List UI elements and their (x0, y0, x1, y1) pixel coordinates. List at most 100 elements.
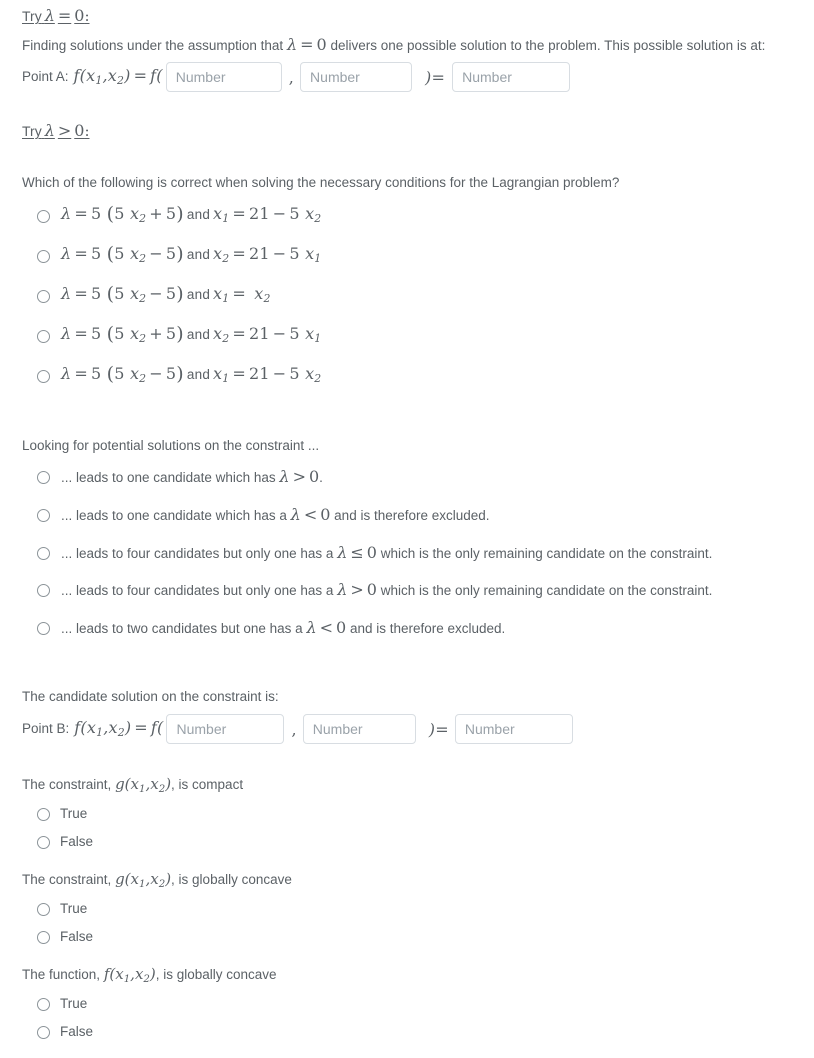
tf-constraint-concave-prompt: The constraint, g(x1,x2), is globally co… (22, 870, 292, 894)
cand-3-post: which is the only remaining candidate on… (380, 546, 713, 561)
cand-1-math: λ >0 (279, 467, 320, 486)
cand-2-post: and is therefore excluded. (334, 508, 490, 523)
tf-constraint-compact-true-row[interactable]: True (37, 803, 87, 825)
cand-1-post: . (319, 470, 323, 485)
tf-constraint-concave-false-label: False (60, 929, 94, 944)
point-b-x2-input[interactable] (302, 714, 416, 744)
cand-2-math: λ <0 (290, 505, 331, 524)
option-label-cand-1: ... leads to one candidate which has λ >0… (61, 468, 323, 487)
option-label-opt-d: λ = 5 (5 x2 +5) and x2 = 21−5 x1 (61, 323, 322, 346)
candidate-solution-prompt: The candidate solution on the constraint… (22, 689, 279, 704)
radio-opt-e[interactable] (37, 370, 50, 384)
point-a-close-equals: )= (425, 67, 446, 87)
option-label-cand-2: ... leads to one candidate which has a λ… (61, 506, 490, 525)
option-label-opt-c: λ = 5 (5 x2−5) and x1 = x2 (61, 283, 271, 306)
section-heading-lambda-positive: Try λ >0: (22, 121, 90, 140)
cand-4-pre: ... leads to four candidates but only on… (61, 583, 334, 598)
section-heading-prefix: Try (22, 8, 42, 24)
point-a-value-input[interactable] (452, 62, 571, 92)
option-row-opt-d[interactable]: λ = 5 (5 x2 +5) and x2 = 21−5 x1 (37, 324, 321, 349)
option-row-opt-b[interactable]: λ = 5 (5 x2−5) and x2 = 21−5 x1 (37, 244, 321, 269)
cand-3-math: λ ≤0 (337, 543, 377, 562)
point-a-x1-input[interactable] (165, 62, 282, 92)
point-a-label: Point A: (22, 69, 69, 84)
point-b-close-equals: )= (428, 719, 449, 739)
tf-1-post: , is compact (171, 777, 244, 792)
radio-opt-c[interactable] (37, 290, 50, 304)
option-label-cand-4: ... leads to four candidates but only on… (61, 581, 712, 600)
radio-cand-4[interactable] (37, 584, 50, 597)
point-b-value-input[interactable] (454, 714, 573, 744)
tf-constraint-concave-true-label: True (60, 901, 88, 916)
option-label-cand-3: ... leads to four candidates but only on… (61, 544, 712, 563)
radio-cand-1[interactable] (37, 471, 50, 484)
tf-constraint-compact-false-row[interactable]: False (37, 831, 93, 853)
tf-1-math: g(x1,x2) (115, 775, 172, 795)
point-a-comma: , (288, 67, 295, 87)
radio-cand-3[interactable] (37, 547, 50, 560)
section-heading-lambda-zero: Try λ = 0: (22, 6, 90, 25)
lambda-zero-paragraph-math: λ = 0 (286, 35, 327, 54)
cand-5-post: and is therefore excluded. (349, 621, 506, 636)
tf-1-pre: The constraint, (22, 777, 112, 792)
option-row-opt-c[interactable]: λ = 5 (5 x2−5) and x1 = x2 (37, 284, 271, 309)
option-label-opt-e: λ = 5 (5 x2−5) and x1 = 21−5 x2 (61, 363, 322, 386)
option-row-cand-2[interactable]: ... leads to one candidate which has a λ… (37, 506, 490, 525)
radio-tf-constraint-compact-true[interactable] (37, 807, 50, 821)
tf-function-concave-true-label: True (60, 996, 88, 1011)
point-b-comma: , (291, 719, 297, 739)
option-row-cand-5[interactable]: ... leads to two candidates but one has … (37, 619, 505, 638)
tf-2-pre: The constraint, (22, 872, 112, 887)
section-heading-positive-prefix: Try (22, 123, 42, 139)
tf-3-post: , is globally concave (155, 967, 277, 982)
lambda-zero-paragraph-pre: Finding solutions under the assumption t… (22, 38, 284, 53)
radio-opt-d[interactable] (37, 330, 50, 344)
cand-4-math: λ >0 (337, 580, 377, 599)
cand-2-pre: ... leads to one candidate which has a (61, 508, 287, 523)
point-b-x1-input[interactable] (166, 714, 285, 744)
lambda-zero-paragraph: Finding solutions under the assumption t… (22, 36, 797, 55)
section-heading-positive-math: λ >0: (44, 121, 90, 140)
tf-constraint-concave-true-row[interactable]: True (37, 898, 87, 920)
option-row-opt-e[interactable]: λ = 5 (5 x2−5) and x1 = 21−5 x2 (37, 364, 321, 389)
radio-opt-b[interactable] (37, 250, 50, 264)
option-row-opt-a[interactable]: λ = 5 (5 x2 +5) and x1 = 21−5 x2 (37, 204, 321, 229)
tf-function-concave-false-row[interactable]: False (37, 1021, 93, 1043)
radio-opt-a[interactable] (37, 210, 50, 224)
point-b-label: Point B: (22, 721, 70, 736)
point-a-row: Point A: f(x1,x2)=f( , )= (22, 62, 571, 92)
radio-tf-constraint-concave-false[interactable] (37, 930, 50, 944)
option-row-cand-3[interactable]: ... leads to four candidates but only on… (37, 544, 712, 563)
tf-constraint-compact-false-label: False (60, 834, 94, 849)
radio-cand-5[interactable] (37, 622, 50, 635)
radio-tf-function-concave-true[interactable] (37, 997, 50, 1011)
radio-tf-function-concave-false[interactable] (37, 1025, 50, 1039)
cand-5-math: λ <0 (306, 618, 347, 637)
cand-1-pre: ... leads to one candidate which has (61, 470, 276, 485)
cand-3-pre: ... leads to four candidates but only on… (61, 546, 334, 561)
option-label-opt-b: λ = 5 (5 x2−5) and x2 = 21−5 x1 (61, 243, 322, 266)
lagrangian-question: Which of the following is correct when s… (22, 175, 620, 190)
tf-function-concave-true-row[interactable]: True (37, 993, 87, 1015)
tf-2-post: , is globally concave (171, 872, 292, 887)
constraint-search-prompt: Looking for potential solutions on the c… (22, 438, 320, 453)
tf-2-math: g(x1,x2) (115, 870, 172, 890)
option-label-opt-a: λ = 5 (5 x2 +5) and x1 = 21−5 x2 (61, 203, 322, 226)
radio-tf-constraint-concave-true[interactable] (37, 902, 50, 916)
radio-tf-constraint-compact-false[interactable] (37, 835, 50, 849)
section-heading-math: λ = 0: (44, 6, 90, 25)
point-b-function-expression: f(x1,x2) = f( (74, 718, 164, 740)
point-a-function-expression: f(x1,x2) = f( (73, 66, 163, 88)
point-a-x2-input[interactable] (300, 62, 413, 92)
tf-constraint-concave-false-row[interactable]: False (37, 926, 93, 948)
option-row-cand-1[interactable]: ... leads to one candidate which has λ >0… (37, 468, 323, 487)
radio-cand-2[interactable] (37, 509, 50, 522)
option-row-cand-4[interactable]: ... leads to four candidates but only on… (37, 581, 712, 600)
lambda-zero-paragraph-post: delivers one possible solution to the pr… (330, 38, 766, 53)
tf-function-concave-false-label: False (60, 1024, 94, 1039)
tf-constraint-compact-prompt: The constraint, g(x1,x2), is compact (22, 775, 243, 799)
option-label-cand-5: ... leads to two candidates but one has … (61, 619, 505, 638)
cand-5-pre: ... leads to two candidates but one has … (61, 621, 303, 636)
tf-constraint-compact-true-label: True (60, 806, 88, 821)
tf-function-concave-prompt: The function, f(x1,x2), is globally conc… (22, 965, 277, 989)
